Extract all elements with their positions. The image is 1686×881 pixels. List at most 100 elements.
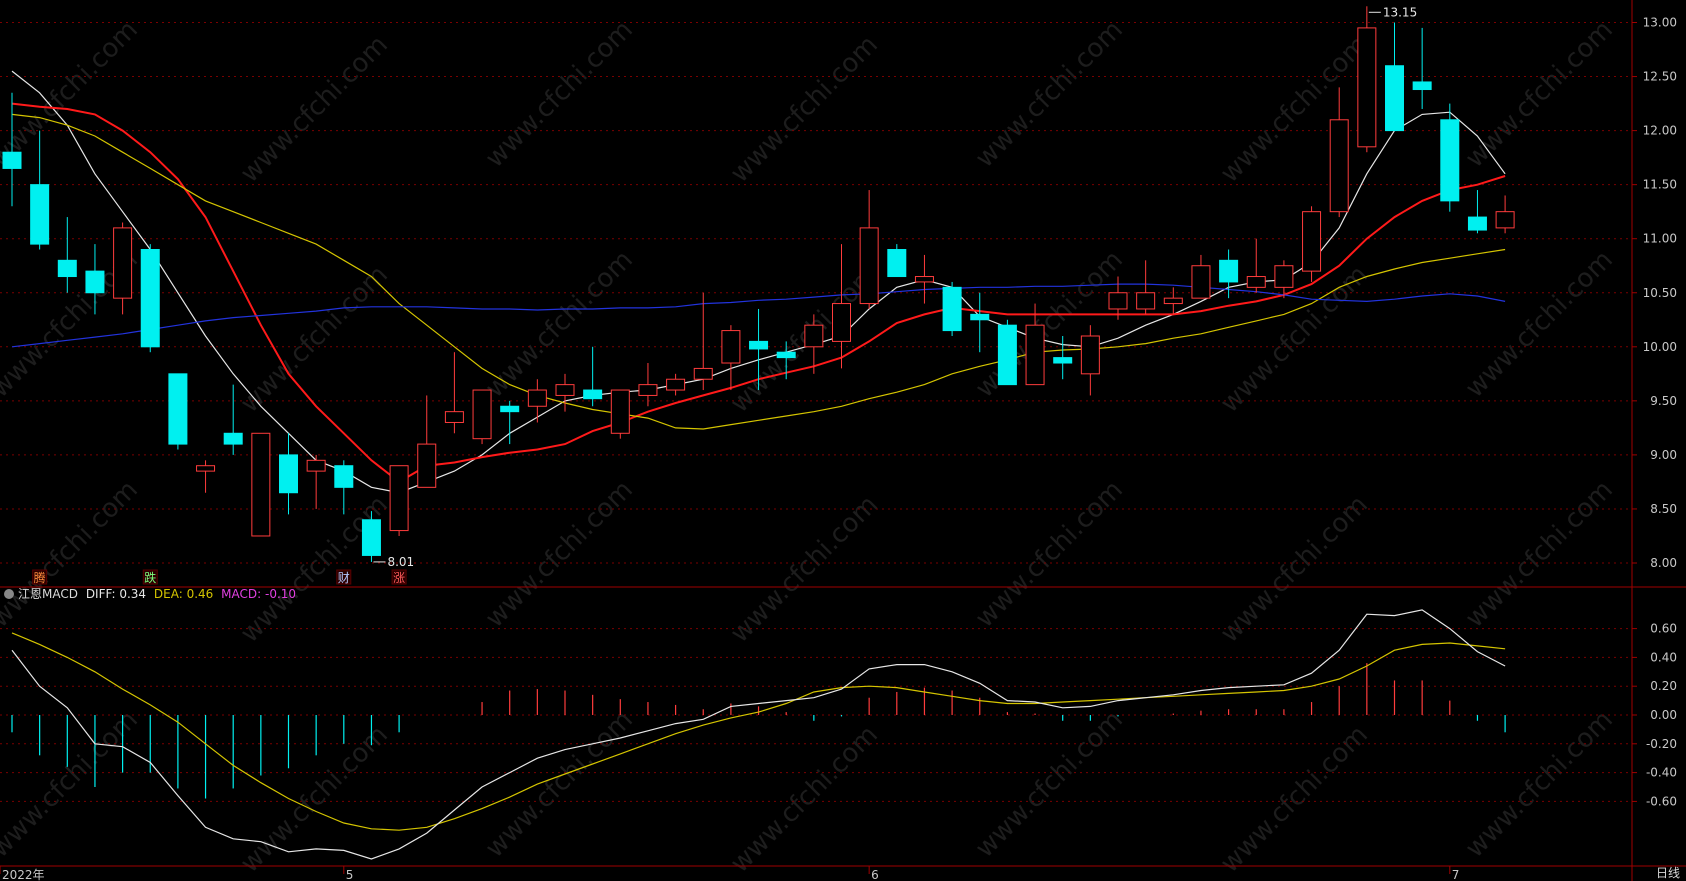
candle-down[interactable] — [140, 244, 160, 353]
candle-body — [1080, 335, 1100, 375]
candle-up[interactable] — [1136, 260, 1156, 315]
diff-label: DIFF: — [85, 587, 116, 601]
candle-body — [140, 249, 160, 348]
event-marker-label[interactable]: 腾 — [34, 570, 46, 585]
price-tick-label: 12.00 — [1643, 124, 1677, 138]
watermark-text: www.cfchi.com — [235, 30, 394, 189]
candle-body — [1163, 297, 1183, 305]
event-marker-label[interactable]: 跌 — [144, 570, 156, 585]
candle-up[interactable] — [251, 432, 271, 537]
indicator-name[interactable]: 江恩MACD — [18, 587, 78, 601]
macd-tick-label: 0.40 — [1650, 650, 1677, 664]
candle-down[interactable] — [334, 460, 354, 515]
candle-up[interactable] — [1302, 206, 1322, 282]
event-marker-label[interactable]: 财 — [338, 571, 350, 585]
candle-up[interactable] — [1080, 325, 1100, 396]
candle-body — [887, 249, 907, 278]
candle-up[interactable] — [721, 325, 741, 391]
candle-down[interactable] — [942, 281, 962, 336]
candle-up[interactable] — [527, 379, 547, 423]
candle-up[interactable] — [859, 190, 879, 309]
watermark-text: www.cfchi.com — [725, 490, 884, 649]
candle-down[interactable] — [30, 130, 50, 250]
candle-down[interactable] — [1385, 22, 1404, 132]
watermark-text: www.cfchi.com — [970, 245, 1129, 404]
watermark-text: www.cfchi.com — [1460, 475, 1619, 634]
candle-down[interactable] — [1440, 103, 1460, 212]
candle-up[interactable] — [693, 292, 713, 391]
candle-body — [555, 384, 575, 396]
candle-down[interactable] — [1467, 190, 1487, 234]
candle-down[interactable] — [1412, 27, 1432, 109]
candle-down[interactable] — [887, 244, 907, 278]
candle-up[interactable] — [1329, 87, 1349, 218]
candle-up[interactable] — [832, 244, 851, 369]
watermark-text: www.cfchi.com — [725, 30, 884, 189]
candle-up[interactable] — [1163, 287, 1183, 315]
candle-down[interactable] — [583, 346, 603, 407]
candle-up[interactable] — [113, 222, 133, 315]
candle-up[interactable] — [417, 395, 437, 488]
candle-up[interactable] — [472, 389, 492, 445]
candle-body — [749, 340, 769, 350]
candle-body — [1025, 324, 1045, 386]
candle-up[interactable] — [306, 454, 326, 509]
candle-up[interactable] — [666, 373, 686, 396]
candle-body — [942, 286, 962, 332]
candle-down[interactable] — [168, 373, 188, 450]
candle-body — [1108, 292, 1128, 310]
candle-down[interactable] — [57, 217, 77, 293]
candle-up[interactable] — [638, 363, 658, 407]
stock-chart[interactable]: www.cfchi.com www.cfchi.com www.cfchi.com w… — [0, 0, 1686, 881]
candle-body — [57, 259, 77, 278]
candle-body — [1467, 216, 1487, 231]
watermark-text: www.cfchi.com — [970, 475, 1129, 634]
candle-up[interactable] — [196, 460, 216, 493]
candle-body — [500, 405, 520, 413]
annotation-label: 8.01 — [387, 555, 414, 569]
candle-down[interactable] — [997, 319, 1017, 386]
candle-up[interactable] — [1495, 195, 1515, 234]
watermark-text: www.cfchi.com — [0, 475, 144, 634]
candle-body — [1329, 119, 1349, 213]
watermark-text: www.cfchi.com — [480, 475, 639, 634]
event-marker-label[interactable]: 涨 — [393, 570, 405, 585]
candle-body — [859, 227, 879, 305]
candle-body — [721, 330, 741, 364]
candle-down[interactable] — [970, 292, 990, 353]
price-tick-label: 10.00 — [1643, 340, 1677, 354]
price-tick-label: 9.50 — [1650, 394, 1677, 408]
candle-up[interactable] — [555, 373, 575, 412]
price-tick-label: 9.00 — [1650, 448, 1677, 462]
macd-tick-label: -0.20 — [1646, 737, 1677, 751]
candle-body — [361, 519, 381, 556]
candle-down[interactable] — [1053, 335, 1073, 380]
candle-body — [279, 454, 298, 494]
candle-up[interactable] — [1246, 238, 1266, 293]
candle-body — [776, 351, 796, 359]
candle-body — [1274, 265, 1294, 288]
diff-value: 0.34 — [119, 587, 147, 601]
candle-body — [914, 276, 934, 283]
candle-body — [85, 270, 105, 294]
macd-label: MACD: — [221, 587, 262, 601]
price-tick-label: 12.50 — [1643, 70, 1677, 84]
candle-body — [832, 303, 851, 342]
candle-up[interactable] — [1191, 254, 1211, 299]
candle-up[interactable] — [610, 389, 630, 439]
candle-down[interactable] — [279, 433, 298, 515]
watermark-text: www.cfchi.com — [970, 15, 1129, 174]
watermark-text: www.cfchi.com — [1460, 245, 1619, 404]
period-label[interactable]: 日线 — [1656, 864, 1680, 881]
candle-up[interactable] — [389, 465, 409, 536]
candlestick-layer[interactable] — [2, 6, 1515, 562]
watermark-text: www.cfchi.com — [235, 260, 394, 419]
macd-tick-label: 0.60 — [1650, 622, 1677, 636]
indicator-toggle-icon[interactable] — [4, 589, 14, 599]
candle-up[interactable] — [1357, 6, 1377, 153]
candle-up[interactable] — [444, 352, 464, 434]
price-tick-label: 8.00 — [1650, 556, 1677, 570]
candle-body — [1219, 259, 1239, 283]
watermark-text: www.cfchi.com — [1215, 30, 1374, 189]
candle-up[interactable] — [914, 254, 934, 304]
